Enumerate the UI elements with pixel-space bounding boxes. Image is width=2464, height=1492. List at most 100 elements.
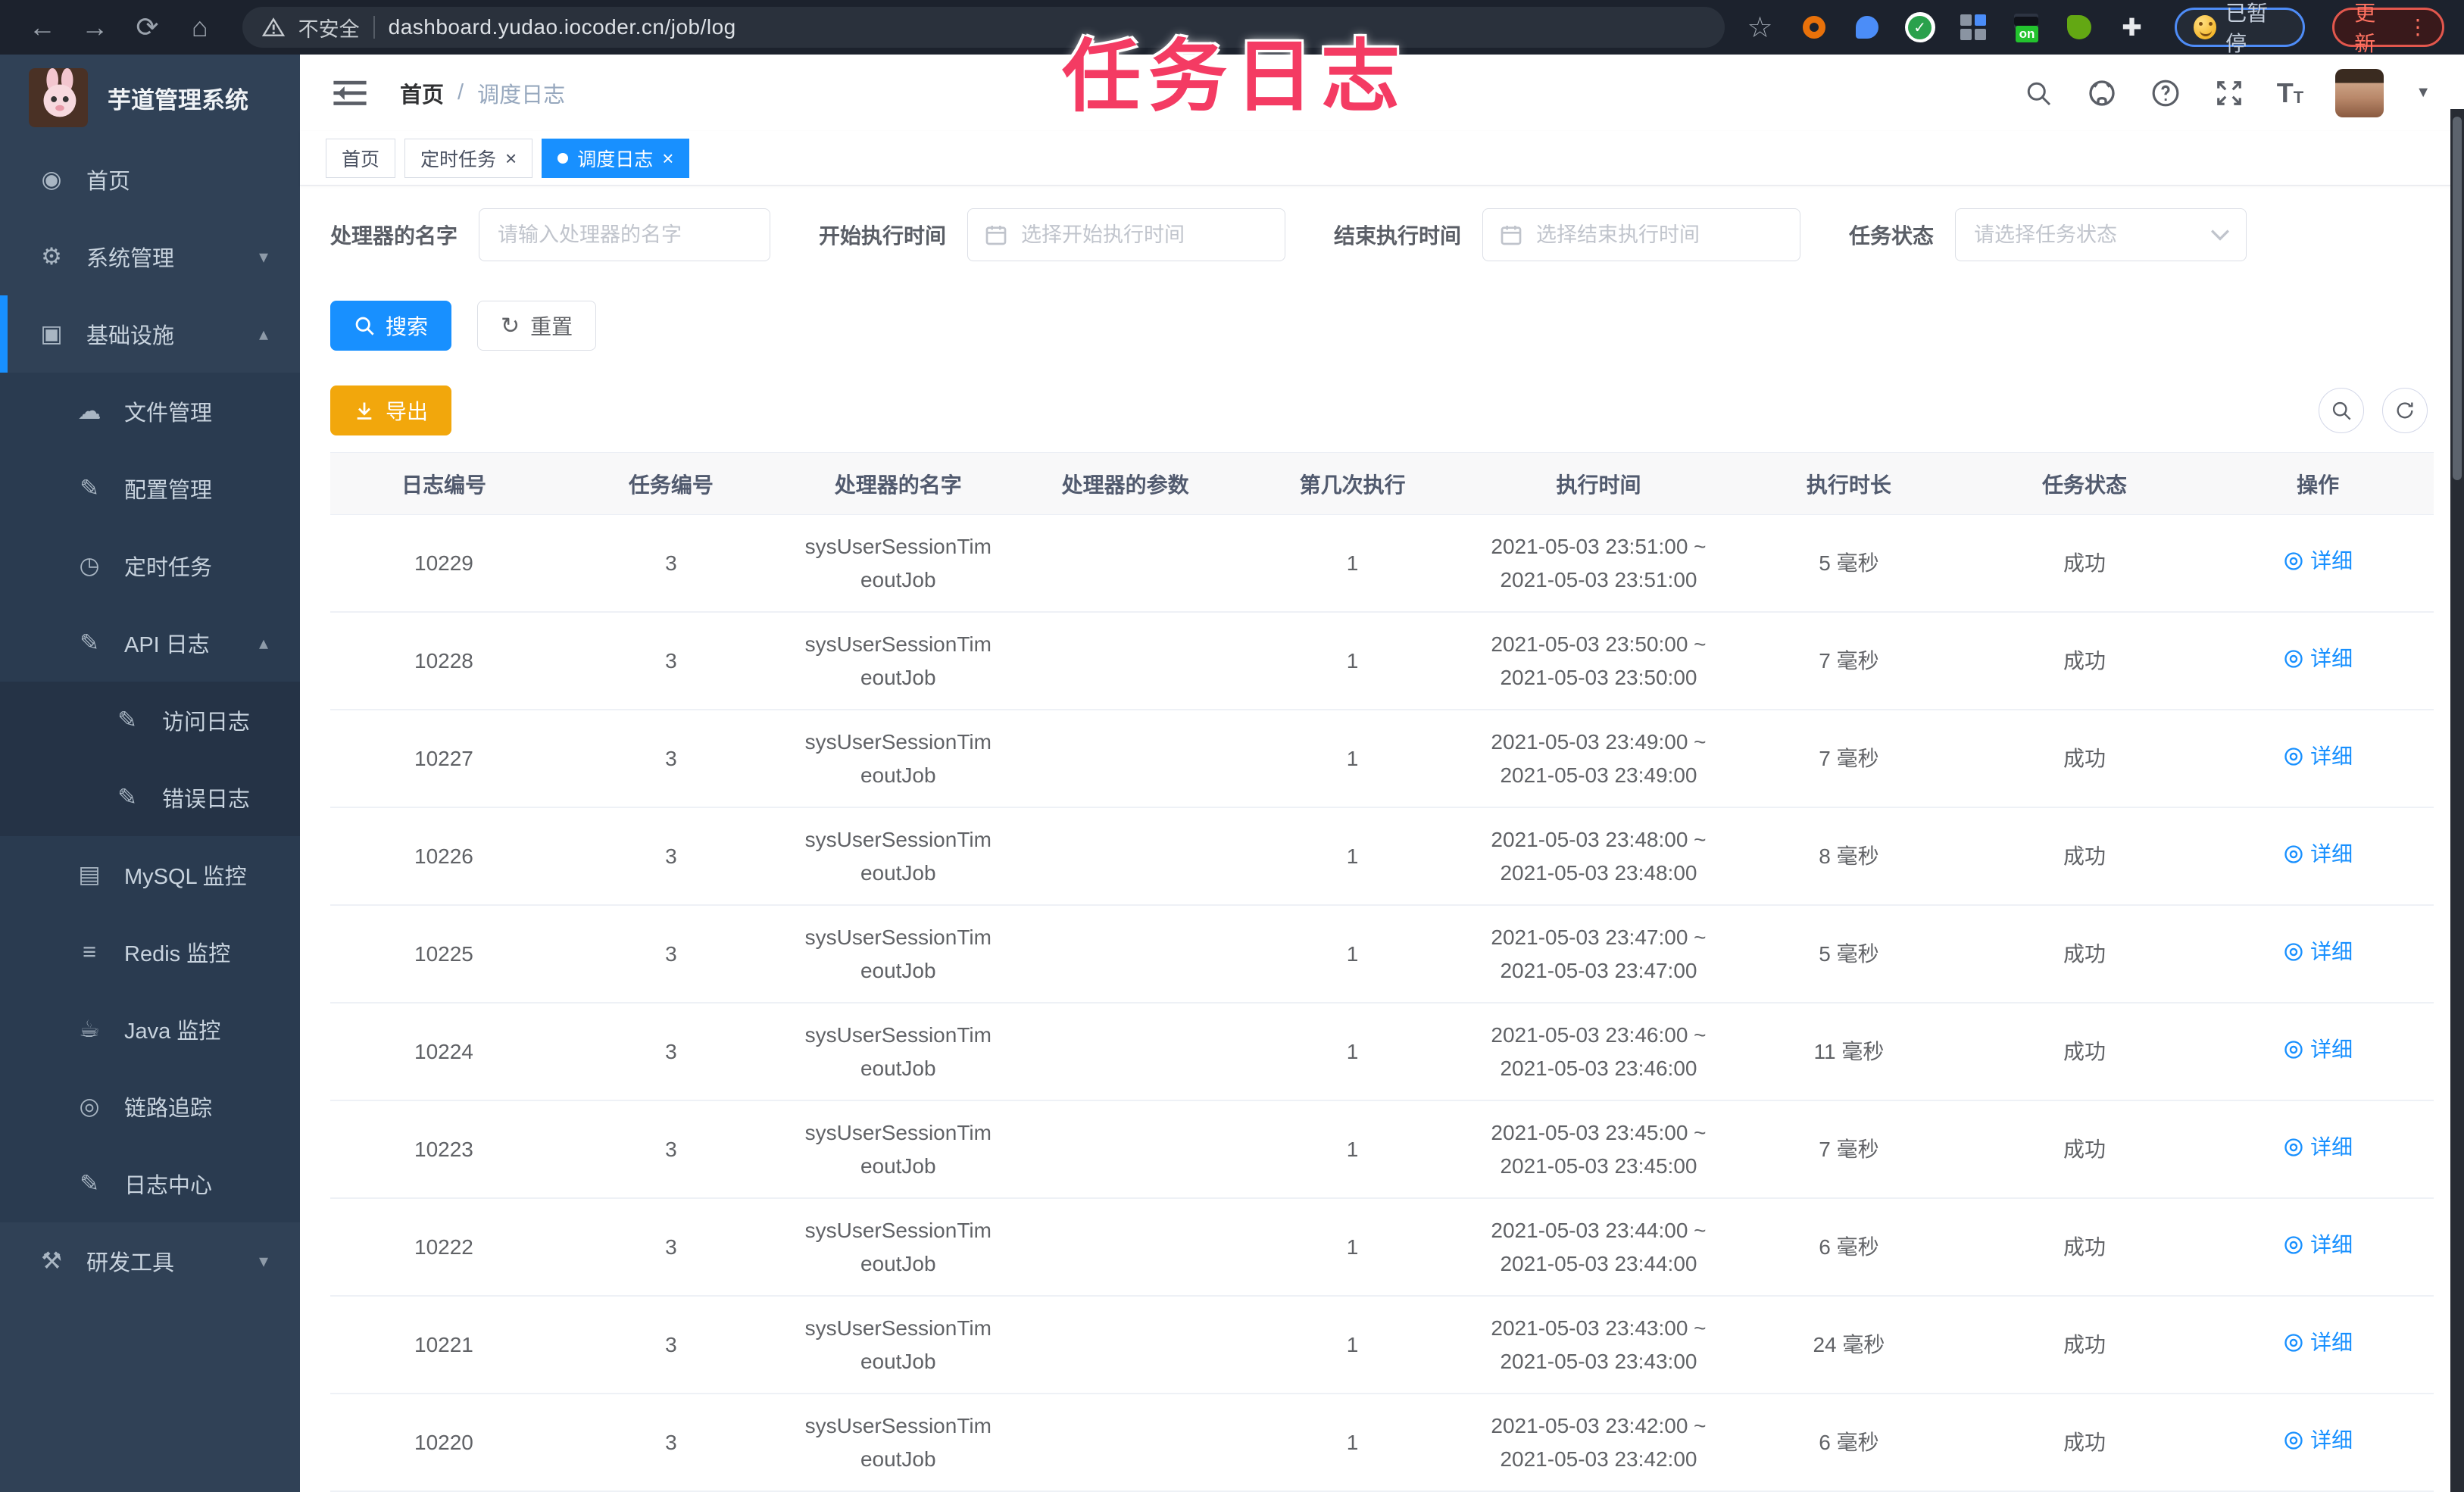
chevron-up-icon: ▴ xyxy=(258,323,268,345)
browser-menu-icon[interactable]: ⋮ xyxy=(2407,16,2428,39)
status-cell: 成功 xyxy=(2063,844,2106,868)
handler-name-label: 处理器的名字 xyxy=(330,224,458,248)
refresh-table-button[interactable] xyxy=(2382,388,2428,433)
search-button[interactable]: 搜索 xyxy=(330,301,452,351)
detail-link[interactable]: 详细 xyxy=(2283,740,2353,773)
paused-label: 已暂停 xyxy=(2225,2,2269,55)
sidebar-item-redis-monitor[interactable]: ≡ Redis 监控 xyxy=(0,913,300,991)
sidebar-item-api-logs[interactable]: ✎ API 日志 ▴ xyxy=(0,604,300,682)
handler-name-cell: sysUserSessionTim eoutJob xyxy=(804,1218,992,1275)
execute-count-cell: 1 xyxy=(1346,551,1359,575)
help-icon[interactable] xyxy=(2150,77,2181,109)
calendar-icon xyxy=(1501,226,1522,245)
detail-link[interactable]: 详细 xyxy=(2283,1424,2353,1457)
detail-link[interactable]: 详细 xyxy=(2283,935,2353,969)
close-icon[interactable]: × xyxy=(662,148,673,168)
execute-count-cell: 1 xyxy=(1346,1234,1359,1259)
handler-name-input[interactable] xyxy=(479,208,771,261)
export-button[interactable]: 导出 xyxy=(330,385,452,435)
duration-cell: 7 毫秒 xyxy=(1819,1137,1879,1161)
sidebar-item-access-logs[interactable]: ✎ 访问日志 xyxy=(0,682,300,759)
status-cell: 成功 xyxy=(2063,1137,2106,1161)
breadcrumb-home[interactable]: 首页 xyxy=(400,77,444,109)
hamburger-icon[interactable] xyxy=(333,80,367,107)
sidebar-item-dev-tools[interactable]: ⚒ 研发工具 ▾ xyxy=(0,1222,300,1300)
extension-blue-icon[interactable] xyxy=(1852,12,1882,42)
extension-orange-icon[interactable] xyxy=(1799,12,1829,42)
close-icon[interactable]: × xyxy=(505,148,517,168)
detail-link[interactable]: 详细 xyxy=(2283,1326,2353,1359)
start-time-input[interactable] xyxy=(967,208,1286,261)
font-size-icon[interactable]: TT xyxy=(2277,79,2303,106)
home-icon[interactable]: ⌂ xyxy=(177,11,222,43)
extensions-puzzle-icon[interactable]: ✚ xyxy=(2117,12,2147,42)
duration-cell: 7 毫秒 xyxy=(1819,746,1879,770)
sidebar-item-file-management[interactable]: ☁ 文件管理 xyxy=(0,373,300,450)
github-icon[interactable] xyxy=(2086,77,2118,109)
task-status-select[interactable] xyxy=(1955,208,2247,261)
reset-button[interactable]: ↻ 重置 xyxy=(477,301,597,351)
extension-green-check-icon[interactable]: ✓ xyxy=(1904,12,1935,42)
reload-icon[interactable]: ⟳ xyxy=(125,11,170,43)
sidebar-item-infrastructure[interactable]: ▣ 基础设施 ▴ xyxy=(0,295,300,373)
avatar[interactable] xyxy=(2335,68,2384,117)
sidebar-item-java-monitor[interactable]: ☕ Java 监控 xyxy=(0,991,300,1068)
tab-home[interactable]: 首页 xyxy=(326,138,396,178)
detail-link[interactable]: 详细 xyxy=(2283,1131,2353,1164)
table-row: 10229 3 sysUserSessionTim eoutJob 1 2021-… xyxy=(330,515,2434,613)
table-row: 10225 3 sysUserSessionTim eoutJob 1 2021-… xyxy=(330,906,2434,1004)
table-row: 10228 3 sysUserSessionTim eoutJob 1 2021-… xyxy=(330,613,2434,710)
sidebar-item-home[interactable]: ◉ 首页 xyxy=(0,141,300,218)
table-row: 10226 3 sysUserSessionTim eoutJob 1 2021-… xyxy=(330,808,2434,906)
url-text[interactable]: dashboard.yudao.iocoder.cn/job/log xyxy=(389,15,736,39)
scrollbar-thumb[interactable] xyxy=(2453,117,2462,480)
tab-schedule-log[interactable]: 调度日志 × xyxy=(542,138,690,178)
extensions-row: ✓ on ✚ xyxy=(1799,12,2147,42)
table-row: 10222 3 sysUserSessionTim eoutJob 1 2021-… xyxy=(330,1199,2434,1297)
sidebar-item-scheduled-tasks[interactable]: ◷ 定时任务 xyxy=(0,527,300,604)
detail-link[interactable]: 详细 xyxy=(2283,838,2353,871)
handler-name-cell: sysUserSessionTim eoutJob xyxy=(804,1022,992,1080)
sidebar-item-system-management[interactable]: ⚙ 系统管理 ▾ xyxy=(0,218,300,295)
sidebar-item-error-logs[interactable]: ✎ 错误日志 xyxy=(0,759,300,836)
timer-icon: ◷ xyxy=(79,552,100,579)
detail-link[interactable]: 详细 xyxy=(2283,545,2353,578)
task-id-cell: 3 xyxy=(665,1430,677,1454)
fullscreen-icon[interactable] xyxy=(2213,77,2245,109)
page-scrollbar[interactable] xyxy=(2450,109,2464,1492)
detail-link[interactable]: 详细 xyxy=(2283,1228,2353,1262)
chrome-update-button[interactable]: 更新 ⋮ xyxy=(2332,2,2444,55)
handler-name-cell: sysUserSessionTim eoutJob xyxy=(804,1413,992,1471)
not-secure-label[interactable]: 不安全 xyxy=(298,13,360,42)
tab-scheduled-tasks[interactable]: 定时任务 × xyxy=(404,138,533,178)
back-icon[interactable]: ← xyxy=(20,11,64,43)
sidebar-item-trace[interactable]: ◎ 链路追踪 xyxy=(0,1068,300,1145)
detail-link[interactable]: 详细 xyxy=(2283,642,2353,676)
sidebar-item-mysql-monitor[interactable]: ▤ MySQL 监控 xyxy=(0,836,300,913)
task-id-cell: 3 xyxy=(665,1039,677,1063)
extension-leaf-icon[interactable] xyxy=(2064,12,2094,42)
refresh-icon xyxy=(2397,402,2413,419)
profile-paused-chip[interactable]: 已暂停 xyxy=(2174,2,2306,55)
forward-icon[interactable]: → xyxy=(72,11,117,43)
bookmark-star-icon[interactable]: ☆ xyxy=(1747,11,1773,45)
sidebar-logo-row[interactable]: 芋道管理系统 xyxy=(0,55,300,141)
extension-grid-icon[interactable] xyxy=(1958,12,1988,42)
sidebar-item-log-center[interactable]: ✎ 日志中心 xyxy=(0,1145,300,1222)
execute-time-cell: 2021-05-03 23:50:00 ~2021-05-03 23:50:00 xyxy=(1491,632,1707,689)
header-search-icon[interactable] xyxy=(2022,77,2054,109)
extension-on-badge-icon[interactable]: on xyxy=(2011,12,2041,42)
table-row: 10223 3 sysUserSessionTim eoutJob 1 2021-… xyxy=(330,1101,2434,1199)
execute-count-cell: 1 xyxy=(1346,746,1359,770)
breadcrumb: 首页 / 调度日志 xyxy=(400,77,565,109)
update-label: 更新 xyxy=(2354,2,2376,55)
task-id-cell: 3 xyxy=(665,648,677,673)
sidebar-item-config-management[interactable]: ✎ 配置管理 xyxy=(0,450,300,527)
url-bar[interactable]: 不安全 dashboard.yudao.iocoder.cn/job/log xyxy=(242,7,1725,48)
end-time-input[interactable] xyxy=(1482,208,1801,261)
log-id-cell: 10220 xyxy=(414,1430,473,1454)
avatar-caret-down-icon[interactable]: ▼ xyxy=(2416,84,2431,101)
execute-time-cell: 2021-05-03 23:47:00 ~2021-05-03 23:47:00 xyxy=(1491,925,1707,982)
detail-link[interactable]: 详细 xyxy=(2283,1033,2353,1066)
toggle-search-button[interactable] xyxy=(2319,388,2364,433)
